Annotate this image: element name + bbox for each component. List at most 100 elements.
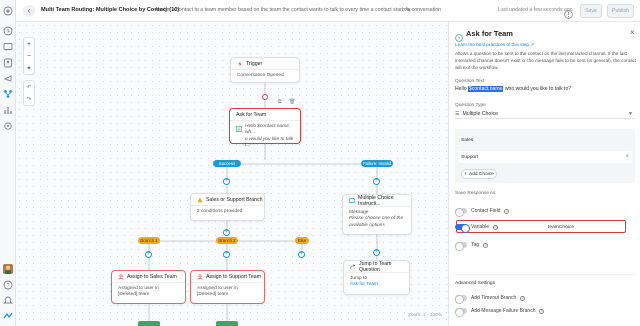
close-icon[interactable]: × [630, 28, 635, 37]
zoom-level: Zoom: 1 · 100% [408, 313, 443, 318]
branch-node-body: 2 conditions provided [197, 209, 243, 214]
workflow-description: Assign a contact to a team member based … [155, 7, 442, 13]
fit-view-icon[interactable]: ✦ [26, 65, 31, 72]
publish-button[interactable]: Publish [607, 4, 634, 18]
chat-icon[interactable] [3, 42, 13, 52]
trigger-node[interactable]: Trigger Conversation Opened [230, 57, 300, 83]
jump-node-link[interactable]: Ask for Team [350, 282, 403, 288]
redo-icon[interactable]: ↷ [26, 96, 31, 103]
broadcast-icon[interactable] [3, 73, 13, 83]
variable-toggle[interactable] [455, 223, 470, 233]
copy-node-icon[interactable]: ⧉ [278, 99, 282, 105]
reports-icon[interactable] [3, 105, 13, 115]
assign-to-support-team-node[interactable]: Assign to Support Team Assigned to user … [190, 270, 265, 304]
branch-node-title: Sales or Support Branch [206, 196, 263, 203]
choice-field[interactable]: Support × [458, 151, 632, 163]
assign-user-icon [197, 273, 203, 280]
branch-node-header: Sales or Support Branch [191, 194, 264, 206]
help-icon[interactable]: ? [492, 224, 498, 230]
add-choice-button[interactable]: + Add Choice [461, 169, 497, 179]
success-pill[interactable]: Success [213, 160, 241, 167]
ask-for-team-node[interactable]: Ask for Team Hello $contact.name, wh... … [229, 108, 301, 148]
panel-title: Ask for Team [466, 29, 513, 38]
home-icon[interactable] [3, 6, 13, 16]
contact-field-option[interactable]: Contact Field ? [454, 206, 635, 217]
timeout-toggle[interactable] [454, 294, 467, 304]
best-practices-link[interactable]: Learn the best practices of this step ↗ [455, 42, 534, 48]
question-circle-icon: ? [455, 29, 463, 42]
undo-icon[interactable]: ↶ [26, 84, 31, 91]
add-step-plus[interactable]: + [145, 251, 152, 258]
list-icon: ☰ [455, 110, 460, 117]
warning-triangle-icon [197, 196, 203, 203]
add-step-plus[interactable]: + [373, 178, 380, 185]
remove-choice-icon[interactable]: × [625, 154, 629, 160]
app: ? ‹ Multi Team Routing: Multiple Choice … [0, 0, 640, 326]
edit-pencil-icon[interactable]: ✎ [405, 6, 410, 14]
help-icon[interactable]: ? [539, 308, 545, 314]
ask-node-header: Ask for Team [230, 109, 300, 121]
delete-node-icon[interactable]: 🗑 [289, 99, 295, 105]
add-step-plus[interactable]: + [298, 251, 305, 258]
add-step-plus[interactable]: + [223, 178, 230, 185]
add-step-plus[interactable]: + [373, 249, 380, 256]
history-controls: ↶ ↷ [23, 80, 35, 106]
top-bar: ‹ Multi Team Routing: Multiple Choice by… [16, 0, 640, 22]
advanced-settings-label: Advanced Settings [455, 281, 496, 286]
multi-node-message: Please choose one of the available optio… [349, 216, 404, 228]
jump-node-header: Jump to Team Question [344, 261, 409, 273]
assign-to-sales-team-node[interactable]: Assign to Sales Team Assigned to user in… [111, 270, 186, 304]
message-failure-branch-option[interactable]: Add Message Failure Branch ? [454, 306, 635, 317]
tag-option[interactable]: Tag ? [454, 240, 635, 251]
notifications-icon[interactable] [3, 295, 13, 305]
jump-arrow-icon [350, 263, 356, 270]
jump-node-title: Jump to Team Question [359, 260, 392, 273]
choice-field[interactable]: Sales [458, 134, 632, 146]
workflow-canvas[interactable]: + − ✦ ↶ ↷ Trigger Conversation Opened As… [16, 22, 448, 326]
branch-1-pill[interactable]: Branch 1 [138, 237, 160, 244]
jump-to-team-question-node[interactable]: Jump to Team Question Jump to Ask for Te… [343, 260, 410, 295]
help-icon[interactable]: ? [520, 295, 526, 301]
lightning-icon [237, 60, 243, 67]
message-failure-toggle[interactable] [454, 307, 467, 317]
zoom-out-icon[interactable]: − [27, 53, 31, 60]
next-step-stub[interactable] [216, 321, 238, 326]
svg-text:?: ? [7, 283, 10, 289]
assign-support-title: Assign to Support Team [206, 273, 261, 280]
assign-support-body: Assigned to user in [Deleted] team [197, 286, 238, 298]
warning-icon[interactable] [564, 6, 573, 19]
assign-sales-header: Assign to Sales Team [112, 271, 185, 283]
settings-icon[interactable] [3, 121, 13, 131]
variable-name-field[interactable]: teamChoice [548, 225, 574, 230]
add-step-plus[interactable]: + [223, 229, 230, 236]
avatar[interactable] [3, 264, 13, 274]
multiple-choice-instructions-node[interactable]: Multiple Choice Instructi... Message Ple… [342, 194, 412, 235]
help-icon[interactable]: ? [3, 280, 13, 290]
question-type-select[interactable]: ☰ Multiple Choice ▼ [455, 109, 635, 119]
connector-dot[interactable] [262, 94, 268, 100]
question-text-field[interactable]: Hello $contact.name who would you like t… [455, 86, 571, 92]
workflows-icon[interactable] [3, 89, 13, 99]
tag-toggle[interactable] [454, 241, 467, 251]
timeout-branch-option[interactable]: Add Timeout Branch ? [454, 293, 635, 304]
clock-icon[interactable] [3, 26, 13, 36]
assign-sales-body: Assigned to user in [Deleted] team [118, 286, 159, 298]
contacts-icon[interactable] [3, 58, 13, 68]
question-text-label: Question Text [455, 79, 485, 84]
variable-chip[interactable]: $contact.name [468, 86, 504, 92]
save-button[interactable]: Save [580, 4, 602, 18]
back-button[interactable]: ‹ [23, 5, 35, 17]
help-icon[interactable]: ? [504, 208, 510, 214]
else-pill[interactable]: Else [295, 237, 309, 244]
zoom-in-icon[interactable]: + [27, 41, 31, 48]
failure-invalid-pill[interactable]: Failure: Invalid [361, 160, 393, 167]
variable-option[interactable]: Variable ? [455, 222, 635, 233]
question-type-label: Question Type [455, 103, 486, 108]
next-step-stub[interactable] [138, 321, 160, 326]
add-step-plus[interactable]: + [223, 251, 230, 258]
trigger-node-header: Trigger [231, 58, 299, 70]
help-icon[interactable]: ? [483, 242, 489, 248]
contact-field-toggle[interactable] [454, 207, 467, 217]
branch-2-pill[interactable]: Branch 2 [216, 237, 238, 244]
sales-or-support-branch-node[interactable]: Sales or Support Branch 2 conditions pro… [190, 193, 265, 221]
